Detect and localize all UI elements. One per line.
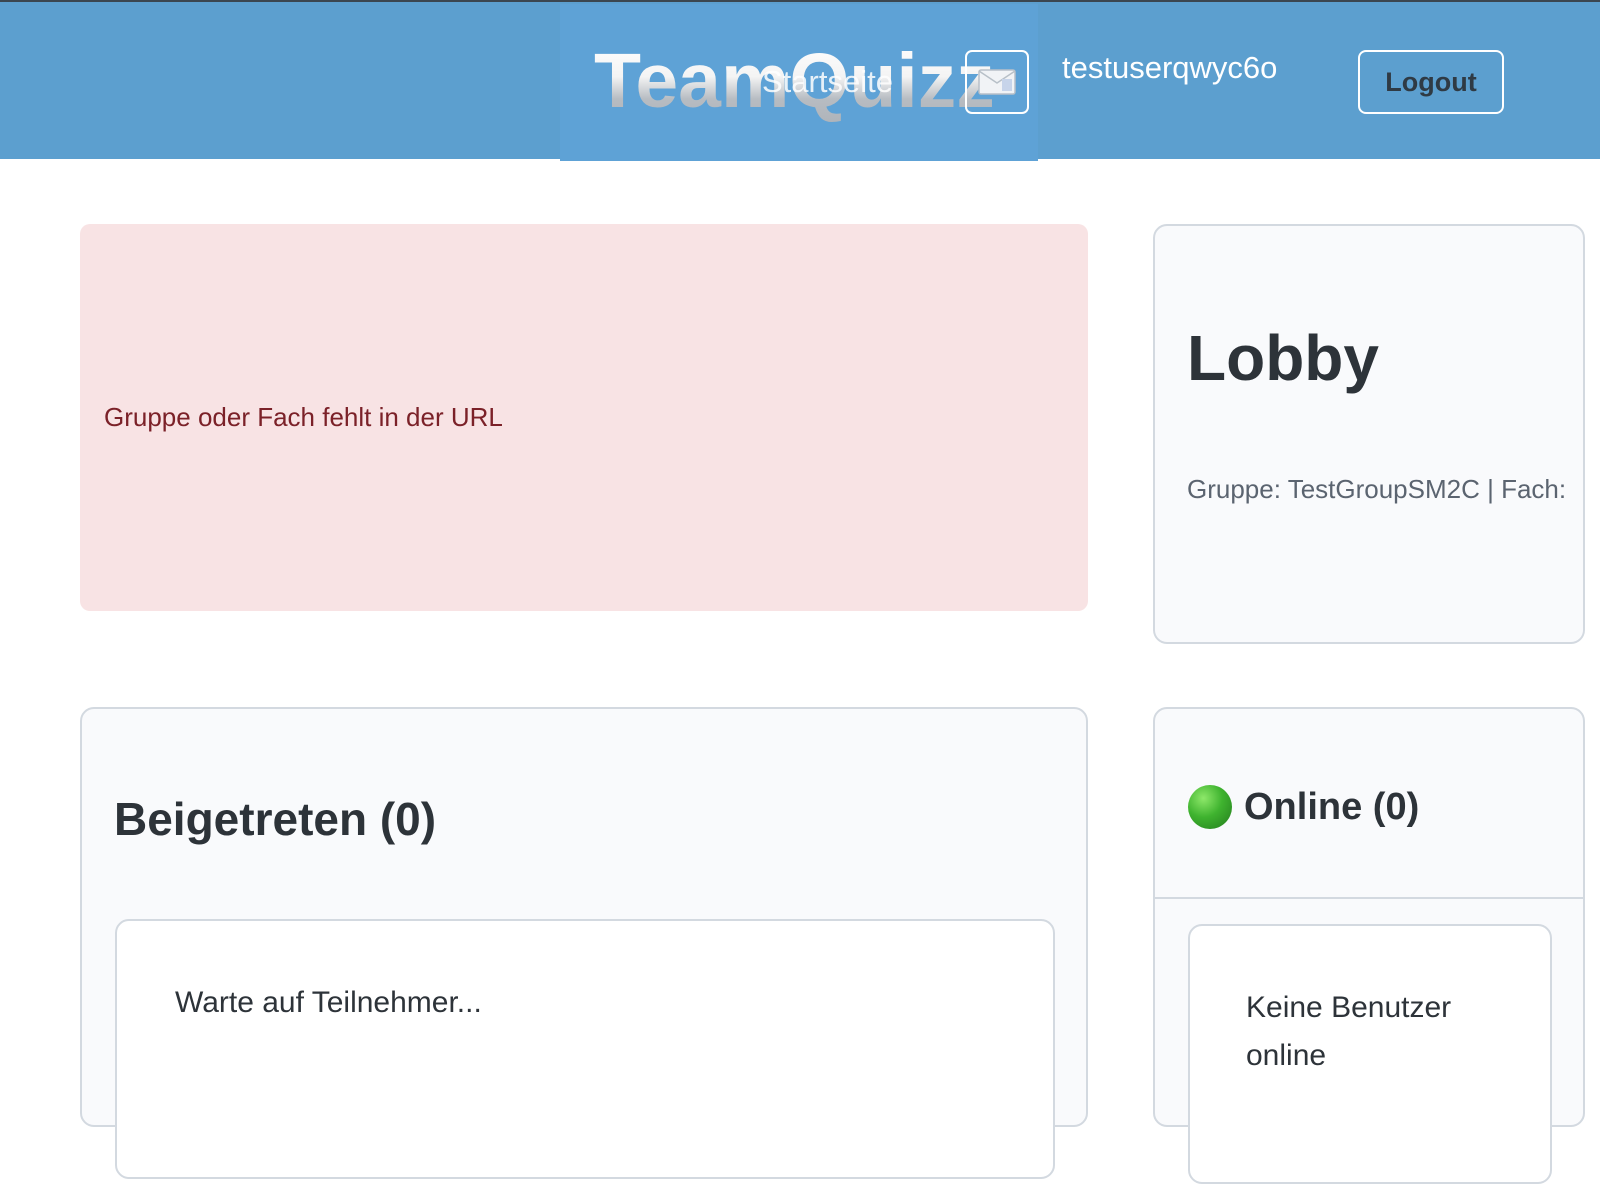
online-list: Keine Benutzer online	[1188, 924, 1552, 1184]
error-message: Gruppe oder Fach fehlt in der URL	[104, 402, 503, 432]
messages-button[interactable]	[965, 50, 1029, 114]
no-users-message: Keine Benutzer online	[1246, 991, 1452, 1072]
online-header: Online (0)	[1155, 709, 1583, 899]
current-username: testuserqwyc6o	[1062, 50, 1278, 85]
joined-participants-card: Beigetreten (0) Warte auf Teilnehmer...	[80, 707, 1088, 1179]
error-alert: Gruppe oder Fach fehlt in der URL	[80, 224, 1088, 611]
online-title: Online (0)	[1244, 786, 1420, 828]
lobby-title: Lobby	[1187, 322, 1379, 394]
logout-button[interactable]: Logout	[1358, 50, 1504, 114]
green-circle-icon	[1188, 785, 1232, 829]
home-link[interactable]: Startseite	[762, 62, 893, 102]
envelope-icon	[978, 69, 1016, 95]
lobby-card: Lobby Gruppe: TestGroupSM2C | Fach:	[1153, 224, 1585, 644]
top-navbar: TeamQuizz Startseite testuserqwyc6o Logo…	[0, 0, 1600, 161]
online-users-card: Online (0) Keine Benutzer online	[1153, 707, 1585, 1184]
joined-title: Beigetreten (0)	[114, 793, 437, 845]
joined-list: Warte auf Teilnehmer...	[115, 919, 1055, 1179]
waiting-message: Warte auf Teilnehmer...	[175, 986, 482, 1019]
lobby-group-subject: Gruppe: TestGroupSM2C | Fach:	[1187, 474, 1567, 504]
